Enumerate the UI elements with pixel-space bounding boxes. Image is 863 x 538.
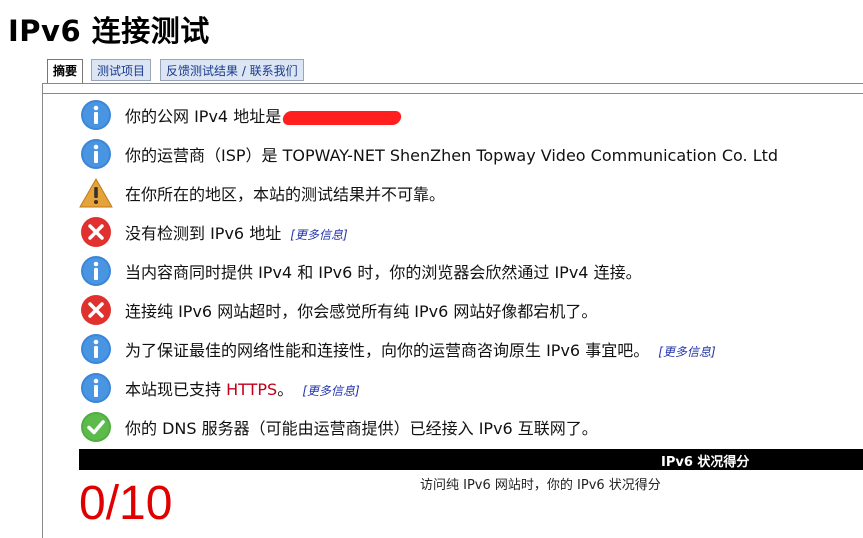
message-text: 你的公网 IPv4 地址是: [125, 107, 282, 126]
message-row: 你的运营商（ISP）是 TOPWAY-NET ShenZhen Topway V…: [79, 137, 778, 171]
message-row: 本站现已支持 HTTPS。 [更多信息]: [79, 371, 360, 405]
info-icon: [79, 98, 113, 132]
content-left-border: [42, 83, 43, 538]
message-row: 你的公网 IPv4 地址是: [79, 98, 403, 132]
more-info-link[interactable]: [更多信息]: [302, 384, 359, 398]
message-row: 连接纯 IPv6 网站超时，你会感觉所有纯 IPv6 网站好像都宕机了。: [79, 293, 597, 327]
score-description: 访问纯 IPv6 网站时，你的 IPv6 状况得分: [420, 478, 661, 493]
message-text: 你的 DNS 服务器（可能由运营商提供）已经接入 IPv6 互联网了。: [125, 419, 598, 438]
info-icon: [79, 332, 113, 366]
message-row: 当内容商同时提供 IPv4 和 IPv6 时，你的浏览器会欣然通过 IPv4 连…: [79, 254, 642, 288]
tab-summary[interactable]: 摘要: [47, 59, 84, 83]
message-text: 为了保证最佳的网络性能和连接性，向你的运营商咨询原生 IPv6 事宜吧。: [125, 341, 650, 360]
warning-icon: [79, 176, 113, 210]
info-icon: [79, 137, 113, 171]
more-info-link[interactable]: [更多信息]: [290, 228, 347, 242]
message-text: 连接纯 IPv6 网站超时，你会感觉所有纯 IPv6 网站好像都宕机了。: [125, 302, 598, 321]
message-row: 你的 DNS 服务器（可能由运营商提供）已经接入 IPv6 互联网了。: [79, 410, 598, 444]
tab-test-items[interactable]: 测试项目: [91, 59, 152, 81]
error-icon: [79, 215, 113, 249]
message-text: 你的运营商（ISP）是 TOPWAY-NET ShenZhen Topway V…: [125, 146, 779, 165]
message-row: 为了保证最佳的网络性能和连接性，向你的运营商咨询原生 IPv6 事宜吧。 [更多…: [79, 332, 716, 366]
page-title: IPv6 连接测试: [8, 14, 210, 48]
https-label: HTTPS: [226, 380, 278, 399]
score-header: IPv6 状况得分: [661, 455, 750, 470]
message-text: 在你所在的地区，本站的测试结果并不可靠。: [125, 185, 446, 204]
message-text-suffix: 。: [277, 380, 294, 399]
ok-icon: [79, 410, 113, 444]
redacted-ip: [281, 110, 403, 125]
error-icon: [79, 293, 113, 327]
message-text: 没有检测到 IPv6 地址: [125, 224, 282, 243]
message-row: 没有检测到 IPv6 地址 [更多信息]: [79, 215, 348, 249]
score-value: 0/10: [79, 477, 173, 530]
tab-bar: 摘要 测试项目 反馈测试结果 / 联系我们: [42, 57, 863, 85]
message-text: 本站现已支持: [125, 380, 222, 399]
message-row: 在你所在的地区，本站的测试结果并不可靠。: [79, 176, 445, 210]
more-info-link[interactable]: [更多信息]: [658, 345, 715, 359]
message-text: 当内容商同时提供 IPv4 和 IPv6 时，你的浏览器会欣然通过 IPv4 连…: [125, 263, 642, 282]
content-top-border: [42, 93, 863, 94]
tab-feedback-contact[interactable]: 反馈测试结果 / 联系我们: [160, 59, 304, 81]
info-icon: [79, 371, 113, 405]
info-icon: [79, 254, 113, 288]
